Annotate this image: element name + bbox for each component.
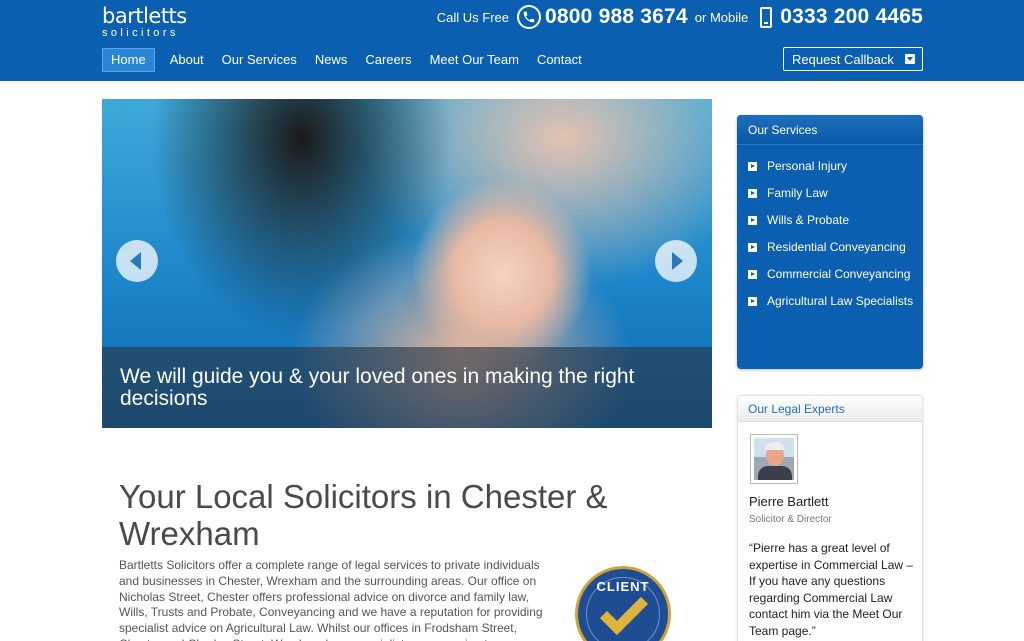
nav-news[interactable]: News [306,48,357,72]
avatar[interactable] [750,434,798,484]
arrow-right-icon [672,252,683,270]
client-satisfaction-badge: CLIENT [575,566,671,641]
nav-meet-our-team[interactable]: Meet Our Team [421,48,528,72]
badge-label: CLIENT [596,579,650,594]
nav-home[interactable]: Home [102,48,155,72]
service-item-agricultural-law[interactable]: Agricultural Law Specialists [748,292,915,310]
service-label: Residential Conveyancing [767,240,906,254]
phone-icon [517,5,542,29]
main-nav: Home About Our Services News Careers Mee… [102,48,591,72]
service-label: Family Law [767,186,828,200]
logo-wordmark: bartletts [102,4,187,28]
expert-photo [754,438,794,480]
mobile-number[interactable]: 0333 200 4465 [780,5,923,29]
nav-careers[interactable]: Careers [356,48,420,72]
hero-slider: We will guide you & your loved ones in m… [102,99,712,428]
nav-about[interactable]: About [161,48,213,72]
service-label: Wills & Probate [767,213,850,227]
service-item-personal-injury[interactable]: Personal Injury [748,157,915,175]
nav-contact[interactable]: Contact [528,48,591,72]
bullet-arrow-icon [748,297,757,306]
bullet-arrow-icon [748,270,757,279]
freephone-number[interactable]: 0800 988 3674 [545,5,688,29]
slider-prev-button[interactable] [116,240,158,282]
dropdown-icon [904,54,915,64]
service-label: Personal Injury [767,159,848,173]
services-panel: Our Services Personal Injury Family Law … [737,115,923,369]
site-header: bartletts solicitors Call Us Free 0800 9… [0,0,1024,81]
bullet-arrow-icon [748,189,757,198]
experts-title: Our Legal Experts [738,396,922,422]
request-callback-label: Request Callback [792,51,894,67]
page-title: Your Local Solicitors in Chester & Wrexh… [119,478,608,552]
photo-suit [758,466,792,480]
mobile-label: or Mobile [694,9,749,25]
bullet-arrow-icon [748,162,757,171]
request-callback-button[interactable]: Request Callback [783,47,923,71]
service-item-wills-probate[interactable]: Wills & Probate [748,211,915,229]
nav-our-services[interactable]: Our Services [213,48,306,72]
expert-name[interactable]: Pierre Bartlett [749,494,828,509]
expert-role: Solicitor & Director [749,514,832,525]
services-title: Our Services [737,115,923,145]
arrow-left-icon [130,252,141,270]
checkmark-icon [599,586,649,636]
photo-hair [765,442,785,450]
services-list: Personal Injury Family Law Wills & Proba… [737,145,923,310]
slider-next-button[interactable] [655,240,697,282]
service-label: Commercial Conveyancing [767,267,911,281]
slider-caption: We will guide you & your loved ones in m… [102,347,712,428]
mobile-phone-icon [760,6,773,28]
call-free-label: Call Us Free [436,9,510,25]
contact-numbers: Call Us Free 0800 988 3674 or Mobile 033… [437,2,923,32]
bullet-arrow-icon [748,243,757,252]
service-item-family-law[interactable]: Family Law [748,184,915,202]
service-label: Agricultural Law Specialists [767,294,914,308]
logo-subtitle: solicitors [102,27,179,39]
service-item-residential-conveyancing[interactable]: Residential Conveyancing [748,238,915,256]
legal-experts-panel: Our Legal Experts Pierre Bartlett Solici… [737,395,923,641]
service-item-commercial-conveyancing[interactable]: Commercial Conveyancing [748,265,915,283]
expert-quote: “Pierre has a great level of expertise i… [749,541,914,638]
logo[interactable]: bartletts solicitors [102,4,187,39]
bullet-arrow-icon [748,216,757,225]
intro-text: Bartletts Solicitors offer a complete ra… [119,558,543,641]
